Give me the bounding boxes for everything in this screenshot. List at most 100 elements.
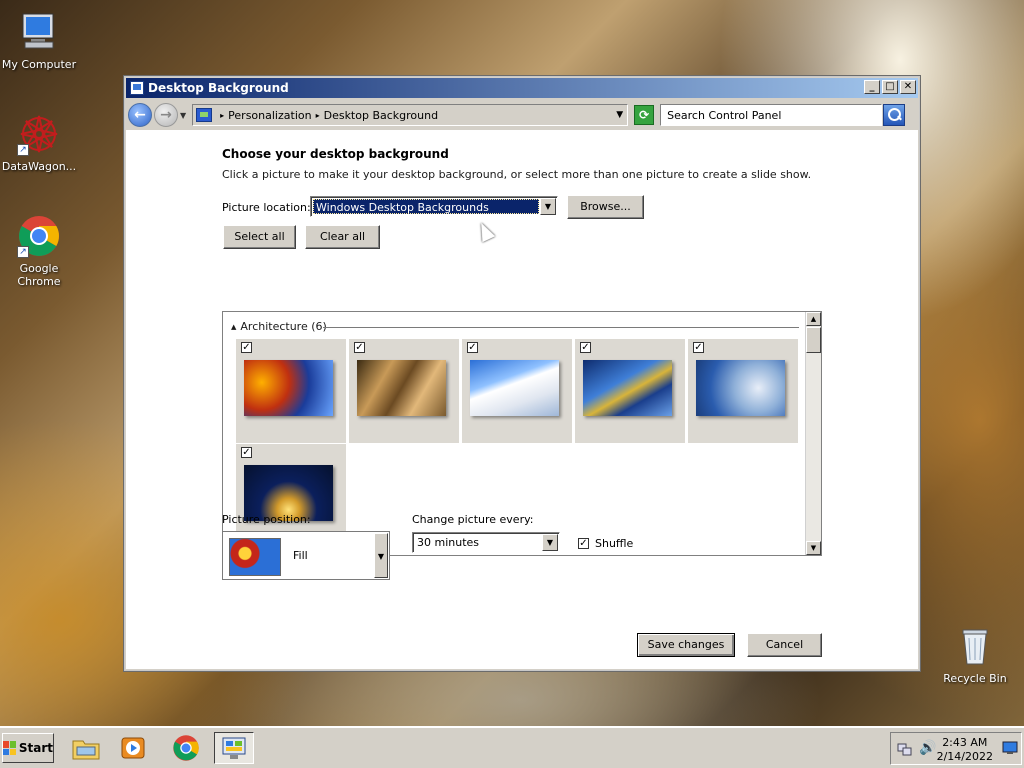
chevron-down-icon[interactable]: ▼ [374, 533, 388, 578]
wallpaper-thumbnail [583, 360, 672, 416]
chrome-icon [173, 735, 199, 761]
clear-all-button[interactable]: Clear all [305, 225, 380, 249]
desktop-icon-label: Recycle Bin [943, 672, 1007, 685]
picture-location-value: Windows Desktop Backgrounds [313, 199, 539, 214]
chevron-down-icon[interactable]: ▼ [542, 534, 558, 551]
window-title: Desktop Background [148, 81, 289, 95]
control-panel-icon [130, 81, 144, 95]
recycle-bin-icon [953, 624, 997, 668]
address-toolbar: ← → ▼ ▸ Personalization ▸ Desktop Backgr… [126, 100, 918, 130]
taskbar: Start 🔊 2:43 AM 2/14/2022 [0, 726, 1024, 768]
wallpaper-tile[interactable]: ✓ [236, 339, 346, 443]
wallpaper-tile[interactable]: ✓ [349, 339, 459, 443]
page-title: Choose your desktop background [222, 147, 449, 161]
wallpaper-thumbnail [470, 360, 559, 416]
wallpaper-thumbnail [696, 360, 785, 416]
desktop-background-window: Desktop Background _ □ ✕ ← → ▼ ▸ Persona… [123, 75, 921, 672]
windows-logo-icon [3, 741, 16, 755]
checkbox-checked-icon[interactable]: ✓ [693, 342, 704, 353]
back-arrow-icon: ← [134, 107, 146, 123]
page-description: Click a picture to make it your desktop … [222, 168, 812, 181]
scroll-up-icon[interactable]: ▲ [806, 312, 821, 326]
back-button[interactable]: ← [128, 103, 152, 127]
chrome-icon: ↗ [17, 214, 61, 258]
desktop-icon-google-chrome[interactable]: ↗ Google Chrome [0, 214, 78, 288]
cancel-button[interactable]: Cancel [747, 633, 822, 657]
collapse-caret-icon[interactable]: ▲ [231, 323, 236, 331]
control-panel-icon [196, 108, 213, 122]
control-panel-icon [222, 737, 246, 759]
system-tray: 🔊 2:43 AM 2/14/2022 [890, 732, 1022, 765]
address-dropdown-icon[interactable]: ▼ [616, 110, 623, 120]
desktop-icon-my-computer[interactable]: My Computer [0, 10, 78, 71]
chevron-down-icon[interactable]: ▼ [540, 198, 556, 215]
taskbar-control-panel-button[interactable] [214, 732, 254, 764]
desktop-icon-label: My Computer [1, 58, 77, 71]
wallpaper-tile[interactable]: ✓ [688, 339, 798, 443]
scroll-down-icon[interactable]: ▼ [806, 541, 821, 555]
save-changes-button[interactable]: Save changes [637, 633, 735, 657]
desktop-icon-label: Google Chrome [17, 262, 61, 288]
desktop-icon-label: DataWagon... [1, 160, 77, 173]
picture-location-select[interactable]: Windows Desktop Backgrounds ▼ [310, 196, 558, 217]
forward-button[interactable]: → [154, 103, 178, 127]
volume-icon[interactable]: 🔊 [919, 740, 936, 756]
network-icon[interactable] [897, 741, 913, 760]
select-all-button[interactable]: Select all [223, 225, 296, 249]
group-header[interactable]: ▲ Architecture (6) [231, 320, 799, 333]
desktop-icon-datawagon[interactable]: ↗ DataWagon... [0, 112, 78, 173]
scrollbar-thumb[interactable] [806, 327, 821, 353]
change-interval-select[interactable]: 30 minutes ▼ [412, 532, 560, 553]
checkbox-checked-icon[interactable]: ✓ [467, 342, 478, 353]
search-icon[interactable] [883, 104, 906, 126]
group-label: Architecture (6) [240, 320, 327, 333]
taskbar-chrome-button[interactable] [166, 732, 206, 764]
picture-position-select[interactable]: Fill ▼ [222, 531, 390, 580]
checkbox-checked-icon[interactable]: ✓ [580, 342, 591, 353]
checkbox-checked-icon[interactable]: ✓ [241, 447, 252, 458]
start-label: Start [18, 741, 53, 755]
browse-button[interactable]: Browse... [567, 195, 644, 219]
checkbox-checked-icon[interactable]: ✓ [241, 342, 252, 353]
refresh-icon: ⟳ [639, 108, 650, 122]
desktop-icon-recycle-bin[interactable]: Recycle Bin [936, 624, 1014, 685]
group-divider [323, 327, 799, 328]
checkbox-checked-icon[interactable]: ✓ [578, 538, 589, 549]
shuffle-checkbox[interactable]: ✓ Shuffle [578, 537, 633, 550]
breadcrumb[interactable]: ▸ Personalization ▸ Desktop Background ▼ [192, 104, 629, 126]
wallpaper-thumbnail [357, 360, 446, 416]
show-desktop-icon[interactable] [1002, 741, 1018, 758]
datawagon-icon: ↗ [17, 112, 61, 156]
breadcrumb-separator-icon[interactable]: ▸ [316, 111, 320, 120]
start-button[interactable]: Start [2, 733, 54, 763]
computer-icon [17, 10, 61, 54]
shuffle-label: Shuffle [595, 537, 634, 550]
breadcrumb-separator-icon[interactable]: ▸ [220, 111, 224, 120]
refresh-button[interactable]: ⟳ [634, 105, 655, 125]
gallery-scrollbar[interactable]: ▲ ▼ [805, 312, 821, 555]
search-input[interactable]: Search Control Panel [660, 104, 883, 126]
close-button[interactable]: ✕ [900, 80, 916, 94]
position-preview-image [229, 538, 281, 576]
wallpaper-tile[interactable]: ✓ [575, 339, 685, 443]
media-player-icon [121, 737, 145, 759]
minimize-button[interactable]: _ [864, 80, 880, 94]
change-picture-label: Change picture every: [412, 513, 534, 526]
wallpaper-tile[interactable]: ✓ [462, 339, 572, 443]
picture-position-label: Picture position: [222, 513, 311, 526]
maximize-button[interactable]: □ [882, 80, 898, 94]
clock-date: 2/14/2022 [936, 750, 993, 763]
window-titlebar[interactable]: Desktop Background _ □ ✕ [126, 78, 918, 98]
taskbar-media-player-button[interactable] [113, 732, 153, 764]
breadcrumb-item-personalization[interactable]: Personalization [228, 109, 311, 122]
clock[interactable]: 2:43 AM 2/14/2022 [937, 736, 993, 764]
taskbar-explorer-button[interactable] [66, 732, 106, 764]
shortcut-arrow-icon: ↗ [17, 246, 29, 258]
checkbox-checked-icon[interactable]: ✓ [354, 342, 365, 353]
wallpaper-thumbnail [244, 360, 333, 416]
clock-time: 2:43 AM [942, 736, 988, 749]
breadcrumb-item-desktop-background[interactable]: Desktop Background [324, 109, 439, 122]
recent-pages-dropdown-icon[interactable]: ▼ [180, 111, 186, 120]
content-pane: Choose your desktop background Click a p… [126, 130, 918, 669]
picture-position-value: Fill [293, 549, 308, 562]
